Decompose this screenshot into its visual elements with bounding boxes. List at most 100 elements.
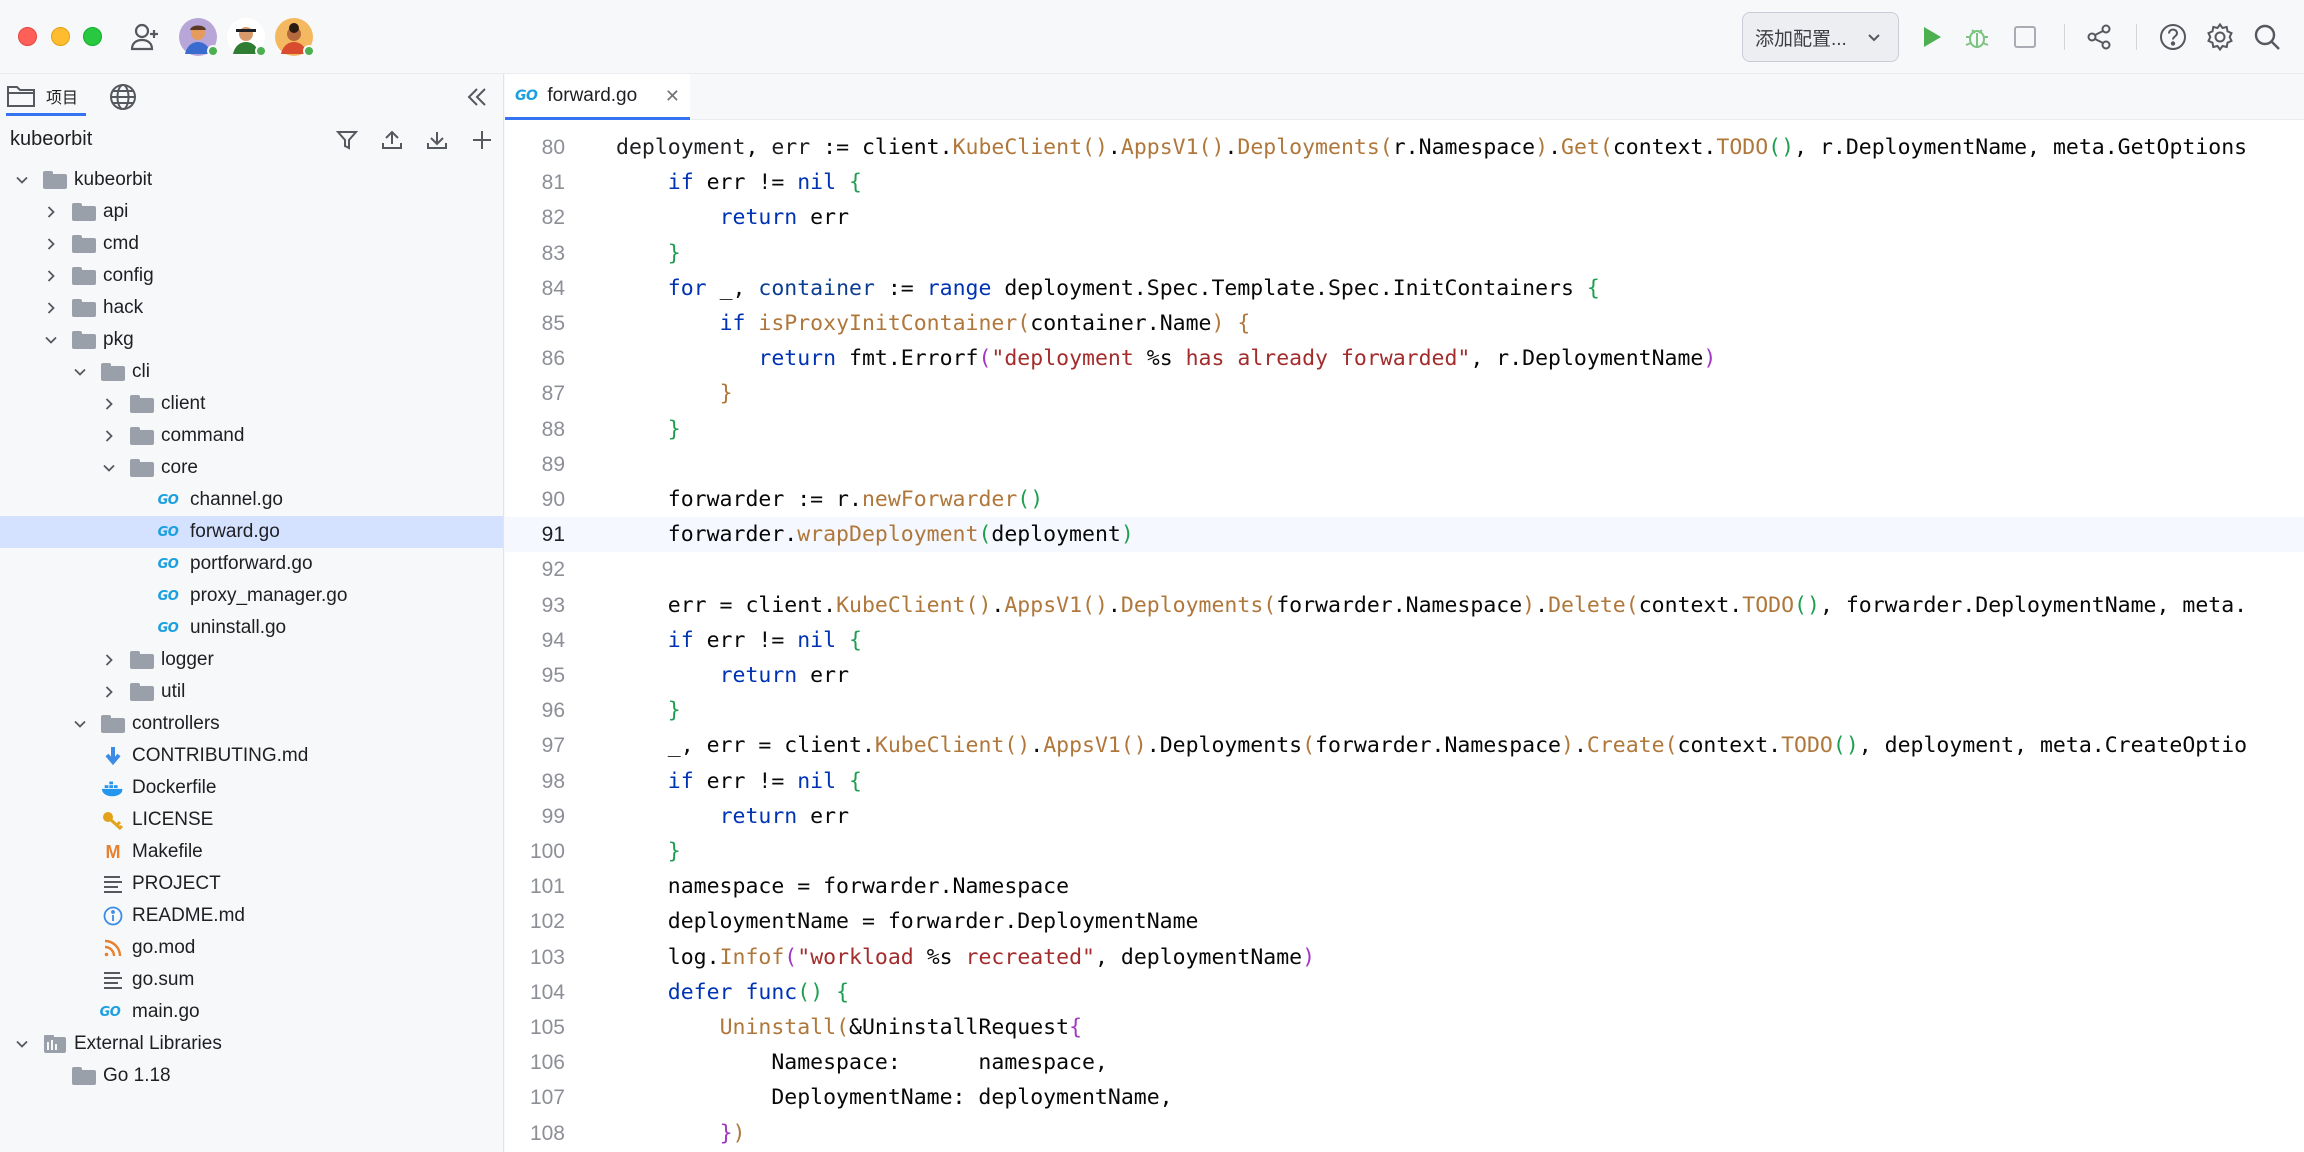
chevron-down-icon[interactable]	[72, 364, 88, 380]
tree-item[interactable]: Dockerfile	[0, 772, 503, 804]
tree-item[interactable]: README.md	[0, 900, 503, 932]
tree-item[interactable]: core	[0, 452, 503, 484]
add-user-icon[interactable]	[126, 18, 164, 56]
tree-item[interactable]: External Libraries	[0, 1028, 503, 1060]
window-minimize-button[interactable]	[51, 27, 70, 46]
chevron-right-icon[interactable]	[43, 236, 59, 252]
tree-item[interactable]: go.sum	[0, 964, 503, 996]
code-line[interactable]: 107 DeploymentName: deploymentName,	[505, 1080, 2304, 1115]
tree-item[interactable]: logger	[0, 644, 503, 676]
chevron-down-icon[interactable]	[14, 172, 30, 188]
code-line[interactable]: 100 }	[505, 834, 2304, 869]
tree-item[interactable]: CONTRIBUTING.md	[0, 740, 503, 772]
code-line[interactable]: 108 })	[505, 1116, 2304, 1151]
code-line[interactable]: 87 }	[505, 376, 2304, 411]
close-icon[interactable]: ✕	[665, 86, 680, 107]
chevron-down-icon[interactable]	[14, 1036, 30, 1052]
tree-item[interactable]: go.mod	[0, 932, 503, 964]
code-line[interactable]: 97 _, err = client.KubeClient().AppsV1()…	[505, 728, 2304, 763]
tree-item[interactable]: command	[0, 420, 503, 452]
code-line[interactable]: 103 log.Infof("workload %s recreated", d…	[505, 940, 2304, 975]
chevron-right-icon[interactable]	[43, 300, 59, 316]
code-line[interactable]: 84 for _, container := range deployment.…	[505, 271, 2304, 306]
code-line[interactable]: 89	[505, 447, 2304, 482]
code-line[interactable]: 101 namespace = forwarder.Namespace	[505, 869, 2304, 904]
code-line[interactable]: 105 Uninstall(&UninstallRequest{	[505, 1010, 2304, 1045]
avatar[interactable]	[275, 18, 315, 57]
window-close-button[interactable]	[18, 27, 37, 46]
tree-item[interactable]: GO main.go	[0, 996, 503, 1028]
window-maximize-button[interactable]	[83, 27, 102, 46]
collapse-panel-button[interactable]	[464, 78, 490, 116]
tree-item[interactable]: client	[0, 388, 503, 420]
code-line[interactable]: 95 return err	[505, 658, 2304, 693]
tree-item[interactable]: GO uninstall.go	[0, 612, 503, 644]
debug-icon[interactable]	[1958, 18, 1996, 56]
tab-forward-go[interactable]: GO forward.go ✕	[505, 74, 690, 120]
code-line[interactable]: 80 deployment, err := client.KubeClient()…	[505, 130, 2304, 165]
upload-icon[interactable]	[376, 124, 408, 156]
tree-item[interactable]: Go 1.18	[0, 1060, 503, 1092]
code-line[interactable]: 86 return fmt.Errorf("deployment %s has …	[505, 341, 2304, 376]
code-line[interactable]: 99 return err	[505, 799, 2304, 834]
tree-item[interactable]: config	[0, 260, 503, 292]
chevron-right-icon[interactable]	[43, 204, 59, 220]
help-icon[interactable]	[2154, 18, 2192, 56]
tree-item[interactable]: pkg	[0, 324, 503, 356]
tree-item[interactable]: GO portforward.go	[0, 548, 503, 580]
tree-item[interactable]: kubeorbit	[0, 164, 503, 196]
chevron-down-icon[interactable]	[43, 332, 59, 348]
tree-item[interactable]: GO forward.go	[0, 516, 503, 548]
chevron-down-icon[interactable]	[72, 716, 88, 732]
tab-project[interactable]: 项目	[6, 78, 87, 116]
code-line[interactable]: 106 Namespace: namespace,	[505, 1045, 2304, 1080]
code-line[interactable]: 90 forwarder := r.newForwarder()	[505, 482, 2304, 517]
tree-item[interactable]: api	[0, 196, 503, 228]
tree-item[interactable]: cli	[0, 356, 503, 388]
tree-item[interactable]: GO proxy_manager.go	[0, 580, 503, 612]
stop-icon[interactable]	[2006, 18, 2044, 56]
download-icon[interactable]	[421, 124, 453, 156]
line-number: 80	[541, 136, 565, 159]
run-configuration-dropdown[interactable]: 添加配置...	[1742, 12, 1899, 62]
chevron-right-icon[interactable]	[101, 684, 117, 700]
code-line[interactable]: 104 defer func() {	[505, 975, 2304, 1010]
tree-item[interactable]: controllers	[0, 708, 503, 740]
tree-item[interactable]: util	[0, 676, 503, 708]
code-line[interactable]: 85 if isProxyInitContainer(container.Nam…	[505, 306, 2304, 341]
chevron-right-icon[interactable]	[101, 396, 117, 412]
code-line[interactable]: 91 forwarder.wrapDeployment(deployment)	[505, 517, 2304, 553]
code-line[interactable]: 82 return err	[505, 200, 2304, 235]
code-area[interactable]: 80 deployment, err := client.KubeClient()…	[505, 120, 2304, 1152]
share-icon[interactable]	[2080, 18, 2118, 56]
tree-item[interactable]: GO channel.go	[0, 484, 503, 516]
code-line[interactable]: 102 deploymentName = forwarder.Deploymen…	[505, 904, 2304, 939]
search-icon[interactable]	[2248, 18, 2286, 56]
add-icon[interactable]	[466, 124, 498, 156]
code-line[interactable]: 81 if err != nil {	[505, 165, 2304, 200]
code-line[interactable]: 98 if err != nil {	[505, 764, 2304, 799]
tree-item[interactable]: hack	[0, 292, 503, 324]
tab-web[interactable]	[108, 78, 138, 116]
chevron-right-icon[interactable]	[101, 428, 117, 444]
chevron-down-icon[interactable]	[101, 460, 117, 476]
tree-item[interactable]: cmd	[0, 228, 503, 260]
tree-item[interactable]: M Makefile	[0, 836, 503, 868]
tree-item[interactable]: PROJECT	[0, 868, 503, 900]
avatar[interactable]	[227, 18, 267, 57]
code-line[interactable]: 94 if err != nil {	[505, 623, 2304, 658]
code-line[interactable]: 93 err = client.KubeClient().AppsV1().De…	[505, 588, 2304, 623]
filter-icon[interactable]	[331, 124, 363, 156]
run-icon[interactable]	[1912, 18, 1950, 56]
code-line[interactable]: 83 }	[505, 236, 2304, 271]
tree-item[interactable]: LICENSE	[0, 804, 503, 836]
code-line[interactable]: 92	[505, 552, 2304, 587]
tree-item-label: pkg	[103, 329, 134, 350]
avatar[interactable]	[179, 18, 219, 57]
code-line[interactable]: 96 }	[505, 693, 2304, 728]
settings-gear-icon[interactable]	[2201, 18, 2239, 56]
code-line[interactable]: 88 }	[505, 412, 2304, 447]
editor-tab-bar: GO forward.go ✕	[505, 74, 2304, 120]
chevron-right-icon[interactable]	[43, 268, 59, 284]
chevron-right-icon[interactable]	[101, 652, 117, 668]
